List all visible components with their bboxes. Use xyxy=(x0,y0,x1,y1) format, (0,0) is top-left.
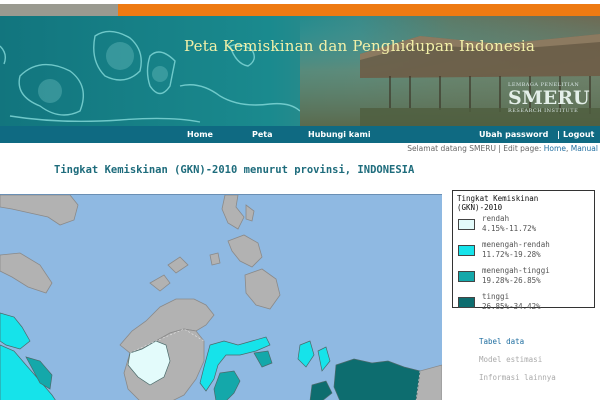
philippines-island-3 xyxy=(209,252,221,266)
legend-swatch-rendah xyxy=(458,219,475,230)
nav-peta-link[interactable]: Peta xyxy=(252,126,273,143)
legend-text-tinggi: tinggi 26.85%-34.42% xyxy=(482,292,541,311)
map-legend: Tingkat Kemiskinan (GKN)-2010 rendah 4.15… xyxy=(452,190,595,311)
legend-title-line2: (GKN)-2010 xyxy=(457,203,503,212)
philippines-luzon xyxy=(221,195,245,230)
legend-text-menengah-rendah: menengah-rendah 11.72%-19.28% xyxy=(482,240,550,259)
page-title: Tingkat Kemiskinan (GKN)-2010 menurut pr… xyxy=(54,164,415,176)
province-sulawesi-tenggara[interactable] xyxy=(213,370,241,400)
legend-text-rendah: rendah 4.15%-11.72% xyxy=(482,214,537,233)
small-island xyxy=(149,274,171,292)
province-papua-barat[interactable] xyxy=(333,358,421,400)
malay-peninsula xyxy=(0,252,53,294)
poverty-map[interactable] xyxy=(0,194,442,400)
top-color-strip xyxy=(0,4,600,16)
palawan-island xyxy=(167,256,189,274)
welcome-line: Selamat datang SMERU | Edit page: Home, … xyxy=(407,144,598,153)
legend-item-rendah: rendah 4.15%-11.72% xyxy=(457,214,590,238)
province-halmahera[interactable] xyxy=(317,346,331,372)
nav-logout-link[interactable]: Logout xyxy=(563,126,594,143)
strip-grey-segment xyxy=(0,4,118,16)
edit-home-link[interactable]: Home xyxy=(544,144,566,153)
mainland-southeast-asia xyxy=(0,195,79,226)
tabel-data-link[interactable]: Tabel data xyxy=(479,333,556,351)
welcome-text: Selamat datang SMERU | Edit page: xyxy=(407,144,544,153)
smeru-logo: LEMBAGA PENELITIAN SMERU RESEARCH INSTIT… xyxy=(508,82,594,114)
province-aceh[interactable] xyxy=(0,312,31,350)
legend-item-menengah-tinggi: menengah-tinggi 19.28%-26.85% xyxy=(457,266,590,290)
philippines-island-1 xyxy=(245,204,255,222)
main-nav: Home Peta Hubungi kami Ubah password | L… xyxy=(0,126,600,143)
nav-separator: | xyxy=(557,130,560,139)
nav-ubah-password-link[interactable]: Ubah password xyxy=(479,126,548,143)
indonesia-map-art xyxy=(0,30,301,123)
informasi-lainnya-link[interactable]: Informasi lainnya xyxy=(479,369,556,387)
legend-title-line1: Tingkat Kemiskinan xyxy=(457,194,539,203)
province-gorontalo[interactable] xyxy=(253,350,273,368)
model-estimasi-link[interactable]: Model estimasi xyxy=(479,351,556,369)
legend-item-menengah-rendah: menengah-rendah 11.72%-19.28% xyxy=(457,240,590,264)
legend-item-tinggi: tinggi 26.85%-34.42% xyxy=(457,292,590,316)
nav-hubungi-link[interactable]: Hubungi kami xyxy=(308,126,371,143)
map-canvas[interactable] xyxy=(0,195,442,400)
legend-swatch-tinggi xyxy=(458,297,475,308)
philippines-mindanao xyxy=(244,268,281,310)
papua-new-guinea xyxy=(415,364,442,400)
province-maluku[interactable] xyxy=(309,380,333,400)
strip-orange-segment xyxy=(118,4,600,16)
header-banner: Peta Kemiskinan dan Penghidupan Indonesi… xyxy=(0,16,600,126)
legend-text-menengah-tinggi: menengah-tinggi 19.28%-26.85% xyxy=(482,266,550,285)
province-maluku-utara[interactable] xyxy=(297,340,315,368)
philippines-island-2 xyxy=(227,234,263,268)
logo-name: SMERU xyxy=(508,87,590,109)
legend-swatch-menengah-tinggi xyxy=(458,271,475,282)
banner-title: Peta Kemiskinan dan Penghidupan Indonesi… xyxy=(184,37,535,55)
side-links: Tabel data Model estimasi Informasi lain… xyxy=(479,333,556,387)
edit-manual-link[interactable]: Manual xyxy=(571,144,598,153)
nav-home-link[interactable]: Home xyxy=(187,126,213,143)
legend-swatch-menengah-rendah xyxy=(458,245,475,256)
